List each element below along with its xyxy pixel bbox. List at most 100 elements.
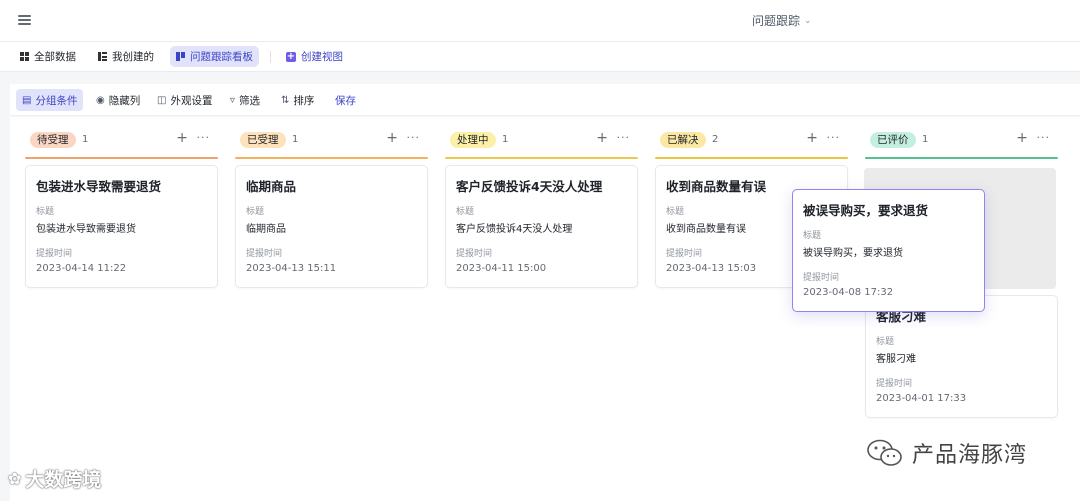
column-rule bbox=[865, 157, 1058, 159]
appearance-button[interactable]: ◫ 外观设置 bbox=[151, 89, 218, 111]
kanban-icon bbox=[176, 52, 185, 61]
view-title-dropdown[interactable]: 问题跟踪 ⌄ bbox=[752, 12, 812, 29]
more-icon[interactable]: ··· bbox=[827, 131, 841, 144]
eye-icon: ◉ bbox=[96, 94, 105, 106]
card-field-value: 临期商品 bbox=[246, 224, 286, 235]
card-field-value: 被误导购买，要求退货 bbox=[803, 248, 903, 259]
card-title: 被误导购买，要求退货 bbox=[803, 203, 929, 218]
group-by-button[interactable]: ▤ 分组条件 bbox=[16, 89, 84, 111]
status-badge: 已受理 bbox=[240, 132, 286, 148]
wechat-icon bbox=[867, 439, 902, 466]
tab-label: 全部数据 bbox=[34, 51, 76, 63]
chevron-down-icon: ⌄ bbox=[804, 15, 812, 26]
card-field-label: 标题 bbox=[876, 337, 895, 347]
tab-label: 问题跟踪看板 bbox=[190, 51, 253, 63]
top-bar: 问题跟踪 ⌄ bbox=[0, 0, 1080, 42]
more-icon[interactable]: ··· bbox=[407, 131, 421, 144]
watermark-left: ✿ 大数跨境 bbox=[8, 465, 101, 492]
kanban-column: 已受理 1 + ··· bbox=[235, 125, 428, 159]
column-header: 已评价 1 + ··· bbox=[865, 125, 1058, 157]
more-icon[interactable]: ··· bbox=[1037, 131, 1051, 144]
kanban-column: 已解决 2 + ··· bbox=[655, 125, 848, 159]
watermark-left-text: 大数跨境 bbox=[25, 469, 102, 491]
column-count: 1 bbox=[502, 134, 509, 145]
tab-issue-kanban[interactable]: 问题跟踪看板 bbox=[170, 46, 259, 67]
card-title: 包装进水导致需要退货 bbox=[36, 179, 162, 194]
tab-all-data[interactable]: 全部数据 bbox=[14, 46, 82, 67]
card-field-value: 包装进水导致需要退货 bbox=[36, 224, 136, 235]
appearance-icon: ◫ bbox=[157, 94, 167, 106]
column-rule bbox=[655, 157, 848, 159]
hide-columns-button[interactable]: ◉ 隐藏列 bbox=[90, 89, 146, 111]
save-button[interactable]: 保存 bbox=[329, 89, 362, 111]
watermark-right-text: 产品海豚湾 bbox=[912, 443, 1028, 468]
create-view-button[interactable]: + 创建视图 bbox=[280, 46, 349, 67]
toolbar: ▤ 分组条件 ◉ 隐藏列 ◫ 外观设置 ▿ 筛选 ⇅ 排序 保存 bbox=[10, 84, 1080, 116]
plus-icon[interactable]: + bbox=[386, 130, 398, 146]
card-field-label: 提报时间 bbox=[456, 249, 493, 259]
column-rule bbox=[445, 157, 638, 159]
plus-box-icon: + bbox=[286, 50, 296, 62]
hide-columns-label: 隐藏列 bbox=[108, 94, 141, 107]
sort-label: 排序 bbox=[293, 94, 315, 107]
divider bbox=[270, 51, 271, 63]
more-icon[interactable]: ··· bbox=[617, 131, 631, 144]
dragging-card[interactable]: 被误导购买，要求退货 标题 被误导购买，要求退货 提报时间 2023-04-08… bbox=[792, 189, 985, 312]
tab-label: 我创建的 bbox=[112, 51, 154, 63]
calendar-icon: ▤ bbox=[22, 94, 32, 106]
watermark-right: 产品海豚湾 bbox=[866, 437, 1027, 469]
card-submit-time: 2023-04-08 17:32 bbox=[803, 287, 894, 298]
card-submit-time: 2023-04-01 17:33 bbox=[876, 393, 967, 404]
card-submit-time: 2023-04-13 15:03 bbox=[666, 263, 757, 274]
filter-icon: ▿ bbox=[230, 94, 236, 106]
status-badge: 处理中 bbox=[450, 132, 496, 148]
column-count: 1 bbox=[292, 134, 299, 145]
card-field-label: 标题 bbox=[36, 207, 55, 217]
column-count: 1 bbox=[922, 134, 929, 145]
kanban-column: 已评价 1 + ··· bbox=[865, 125, 1058, 159]
column-header: 待受理 1 + ··· bbox=[25, 125, 218, 157]
card-field-label: 提报时间 bbox=[876, 379, 913, 389]
plus-icon[interactable]: + bbox=[1016, 130, 1028, 146]
status-badge: 已解决 bbox=[660, 132, 706, 148]
card-field-value: 客服刁难 bbox=[876, 354, 916, 365]
status-badge: 已评价 bbox=[870, 132, 916, 148]
more-icon[interactable]: ··· bbox=[197, 131, 211, 144]
status-badge: 待受理 bbox=[30, 132, 76, 148]
tab-my-created[interactable]: 我创建的 bbox=[92, 46, 160, 67]
card-field-label: 标题 bbox=[246, 207, 265, 217]
kanban-card[interactable]: 包装进水导致需要退货 标题 包装进水导致需要退货 提报时间 2023-04-14 11:… bbox=[25, 165, 218, 288]
kanban-card[interactable]: 临期商品 标题 临期商品 提报时间 2023-04-13 15:11 bbox=[235, 165, 428, 288]
plus-icon[interactable]: + bbox=[806, 130, 818, 146]
card-title: 客户反馈投诉4天没人处理 bbox=[456, 179, 603, 194]
card-title: 收到商品数量有误 bbox=[666, 179, 767, 194]
card-field-value: 客户反馈投诉4天没人处理 bbox=[456, 224, 573, 235]
view-title-text: 问题跟踪 bbox=[752, 14, 801, 28]
kanban-card[interactable]: 客服刁难 标题 客服刁难 提报时间 2023-04-01 17:33 bbox=[865, 295, 1058, 418]
hamburger-icon[interactable] bbox=[18, 14, 31, 25]
filter-button[interactable]: ▿ 筛选 bbox=[224, 89, 266, 111]
card-field-label: 标题 bbox=[666, 207, 685, 217]
sort-icon: ⇅ bbox=[281, 94, 290, 106]
card-submit-time: 2023-04-14 11:22 bbox=[36, 263, 127, 274]
column-rule bbox=[25, 157, 218, 159]
card-field-label: 提报时间 bbox=[36, 249, 73, 259]
create-view-label: 创建视图 bbox=[301, 51, 343, 63]
column-header: 处理中 1 + ··· bbox=[445, 125, 638, 157]
plus-icon[interactable]: + bbox=[176, 130, 188, 146]
dashuju-logo-icon: ✿ bbox=[8, 469, 22, 488]
card-field-label: 标题 bbox=[803, 231, 822, 241]
sort-button[interactable]: ⇅ 排序 bbox=[275, 89, 320, 111]
kanban-card[interactable]: 客户反馈投诉4天没人处理 标题 客户反馈投诉4天没人处理 提报时间 2023-04-11… bbox=[445, 165, 638, 288]
column-rule bbox=[235, 157, 428, 159]
card-field-label: 提报时间 bbox=[246, 249, 283, 259]
column-count: 1 bbox=[82, 134, 89, 145]
card-field-label: 标题 bbox=[456, 207, 475, 217]
column-header: 已受理 1 + ··· bbox=[235, 125, 428, 157]
kanban-column: 处理中 1 + ··· bbox=[445, 125, 638, 159]
views-bar: 全部数据 我创建的 问题跟踪看板 + 创建视图 bbox=[0, 42, 1080, 72]
table-icon bbox=[98, 52, 107, 61]
card-submit-time: 2023-04-11 15:00 bbox=[456, 263, 547, 274]
column-header: 已解决 2 + ··· bbox=[655, 125, 848, 157]
plus-icon[interactable]: + bbox=[596, 130, 608, 146]
